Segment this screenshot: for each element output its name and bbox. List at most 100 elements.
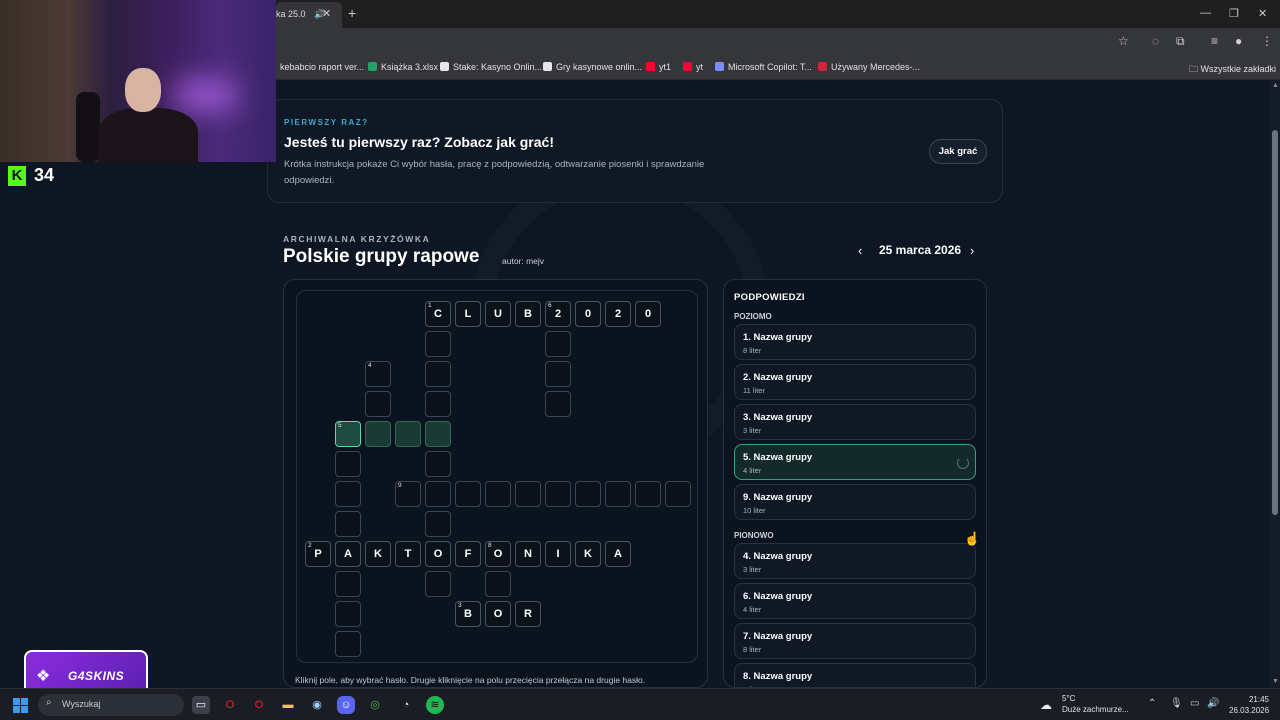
clue-item[interactable]: 9. Nazwa grupy 10 liter xyxy=(734,484,976,520)
grid-cell[interactable] xyxy=(335,571,361,597)
grid-cell[interactable] xyxy=(455,481,481,507)
obs-icon[interactable]: ◔ xyxy=(397,696,415,714)
weather-widget[interactable]: 5°C Duże zachmurze... xyxy=(1062,693,1129,715)
scroll-thumb[interactable] xyxy=(1272,130,1278,515)
chrome-icon[interactable]: ◎ xyxy=(366,696,384,714)
close-window-icon[interactable]: ✕ xyxy=(1258,7,1267,20)
bookmark-5[interactable]: yt1 xyxy=(646,62,671,72)
clue-item[interactable]: 7. Nazwa grupy 8 liter xyxy=(734,623,976,659)
grid-cell[interactable]: K xyxy=(575,541,601,567)
grid-cell[interactable] xyxy=(335,481,361,507)
opera-gx-icon[interactable]: O xyxy=(221,696,239,714)
extensions-icon[interactable]: ⧉ xyxy=(1176,34,1185,49)
clue-item[interactable]: 1. Nazwa grupy 8 liter xyxy=(734,324,976,360)
tray-chevron-icon[interactable]: ⌃ xyxy=(1148,698,1156,709)
bookmark-2[interactable]: Książka 3.xlsx xyxy=(368,62,438,72)
clue-item[interactable]: 6. Nazwa grupy 4 liter xyxy=(734,583,976,619)
scroll-down-icon[interactable]: ▼ xyxy=(1272,678,1279,685)
grid-cell[interactable] xyxy=(575,481,601,507)
grid-cell[interactable] xyxy=(335,451,361,477)
new-tab-button[interactable]: + xyxy=(348,5,356,21)
volume-icon[interactable]: 🔊 xyxy=(1207,698,1219,709)
extension-circle-icon[interactable]: ◌ xyxy=(1152,34,1159,48)
grid-cell[interactable] xyxy=(365,421,391,447)
grid-cell[interactable] xyxy=(485,481,511,507)
grid-cell[interactable] xyxy=(425,361,451,387)
clue-item[interactable]: 3. Nazwa grupy 3 liter xyxy=(734,404,976,440)
grid-cell[interactable] xyxy=(425,481,451,507)
discord-icon[interactable]: ☺ xyxy=(337,696,355,714)
task-view-icon[interactable]: ▭ xyxy=(192,696,210,714)
grid-cell[interactable] xyxy=(425,571,451,597)
tab-close-icon[interactable]: ✕ xyxy=(322,7,331,20)
grid-cell[interactable] xyxy=(335,631,361,657)
steam-icon[interactable]: ◉ xyxy=(308,696,326,714)
grid-cell[interactable]: O xyxy=(485,601,511,627)
grid-cell[interactable]: B xyxy=(515,301,541,327)
grid-cell[interactable]: K xyxy=(365,541,391,567)
grid-cell[interactable] xyxy=(425,451,451,477)
restore-icon[interactable]: ❐ xyxy=(1229,7,1239,20)
grid-cell[interactable]: N xyxy=(515,541,541,567)
grid-cell[interactable]: 9 xyxy=(395,481,421,507)
grid-cell[interactable] xyxy=(425,391,451,417)
grid-cell[interactable]: 0 xyxy=(635,301,661,327)
grid-cell[interactable] xyxy=(335,601,361,627)
file-explorer-icon[interactable]: ▬ xyxy=(279,696,297,714)
grid-cell[interactable] xyxy=(545,481,571,507)
grid-cell[interactable]: A xyxy=(605,541,631,567)
grid-cell[interactable]: 4 xyxy=(365,361,391,387)
grid-cell[interactable] xyxy=(515,481,541,507)
taskbar-clock[interactable]: 21:45 26.03.2026 xyxy=(1229,694,1269,716)
bookmark-4[interactable]: Gry kasynowe onlin... xyxy=(543,62,642,72)
grid-cell[interactable] xyxy=(545,331,571,357)
grid-cell[interactable]: A xyxy=(335,541,361,567)
grid-cell[interactable] xyxy=(545,391,571,417)
windows-start-icon[interactable] xyxy=(13,698,29,714)
bookmark-1[interactable]: kebabcio raport ver... xyxy=(280,62,364,72)
grid-cell[interactable]: 0 xyxy=(575,301,601,327)
grid-cell[interactable]: I xyxy=(545,541,571,567)
grid-cell[interactable]: L xyxy=(455,301,481,327)
grid-cell[interactable]: 1C xyxy=(425,301,451,327)
opera-icon[interactable]: O xyxy=(250,696,268,714)
grid-cell[interactable] xyxy=(485,571,511,597)
grid-cell[interactable]: 3B xyxy=(455,601,481,627)
menu-icon[interactable]: ⋮ xyxy=(1261,34,1273,48)
reading-list-icon[interactable]: ≡ xyxy=(1211,34,1218,48)
grid-cell[interactable] xyxy=(425,421,451,447)
previous-date-icon[interactable]: ‹ xyxy=(858,243,862,258)
next-date-icon[interactable]: › xyxy=(970,243,974,258)
how-to-play-button[interactable]: Jak grać xyxy=(929,139,987,164)
star-icon[interactable]: ☆ xyxy=(1118,34,1129,48)
grid-cell[interactable]: 5 xyxy=(335,421,361,447)
grid-cell[interactable] xyxy=(335,511,361,537)
grid-cell[interactable]: U xyxy=(485,301,511,327)
grid-cell[interactable] xyxy=(395,421,421,447)
grid-cell[interactable] xyxy=(365,391,391,417)
bookmark-6[interactable]: yt xyxy=(683,62,703,72)
grid-cell[interactable] xyxy=(425,331,451,357)
spotify-icon[interactable]: ≋ xyxy=(426,696,444,714)
page-scrollbar[interactable]: ▲ ▼ xyxy=(1270,80,1280,688)
grid-cell[interactable]: 2P xyxy=(305,541,331,567)
bookmark-3[interactable]: Stake: Kasyno Onlin... xyxy=(440,62,542,72)
all-bookmarks[interactable]: 🗀 Wszystkie zakładki xyxy=(1189,62,1276,78)
clue-item[interactable]: 8. Nazwa grupy3 liter xyxy=(734,663,976,687)
grid-cell[interactable]: R xyxy=(515,601,541,627)
grid-cell[interactable] xyxy=(605,481,631,507)
grid-cell[interactable]: 62 xyxy=(545,301,571,327)
clue-item[interactable]: 4. Nazwa grupy 3 liter xyxy=(734,543,976,579)
clue-item[interactable]: 5. Nazwa grupy 4 liter xyxy=(734,444,976,480)
grid-cell[interactable]: 2 xyxy=(605,301,631,327)
active-tab[interactable]: ka 25.0 🔊 xyxy=(276,2,342,28)
scroll-up-icon[interactable]: ▲ xyxy=(1272,82,1279,89)
profile-avatar-icon[interactable]: ● xyxy=(1235,34,1242,48)
mic-icon[interactable]: 🎙 xyxy=(1170,698,1183,709)
network-icon[interactable]: ▭ xyxy=(1190,698,1199,709)
grid-cell[interactable] xyxy=(545,361,571,387)
grid-cell[interactable] xyxy=(425,511,451,537)
clue-item[interactable]: 2. Nazwa grupy 11 liter xyxy=(734,364,976,400)
grid-cell[interactable]: T xyxy=(395,541,421,567)
grid-cell[interactable] xyxy=(665,481,691,507)
